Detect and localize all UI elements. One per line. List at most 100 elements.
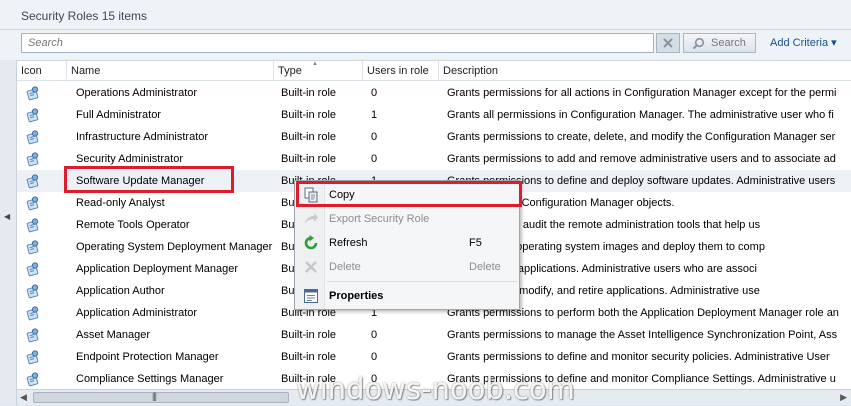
row-icon-cell: [25, 126, 45, 148]
role-description: Grants permissions to create, delete, an…: [447, 131, 836, 143]
role-name: Application Administrator: [76, 307, 198, 319]
search-box[interactable]: [21, 33, 654, 53]
page-title: Security Roles 15 items: [21, 9, 148, 23]
role-name: Application Author: [76, 285, 165, 297]
scrollbar-thumb[interactable]: |||: [33, 391, 289, 403]
security-role-icon: [26, 306, 39, 321]
menu-item-properties-label: Properties: [329, 290, 384, 302]
role-type: Built-in role: [281, 109, 337, 121]
chevron-left-icon: ◀: [4, 212, 11, 221]
clear-search-button[interactable]: [656, 33, 680, 53]
security-role-icon: [26, 196, 39, 211]
search-toolbar: Search Add Criteria ▾: [0, 30, 851, 60]
context-menu: Copy Export Security Role Refresh F5 Del…: [294, 180, 520, 310]
menu-separator: [327, 281, 517, 282]
header-bar: Security Roles 15 items: [0, 0, 851, 30]
role-name: Full Administrator: [76, 109, 161, 121]
column-header-users[interactable]: Users in role: [363, 61, 439, 81]
users-in-role: 0: [371, 329, 378, 341]
add-criteria-link[interactable]: Add Criteria ▾: [770, 36, 837, 49]
menu-item-copy-label: Copy: [329, 189, 355, 201]
row-icon-cell: [25, 302, 45, 324]
security-role-icon: [26, 262, 39, 277]
menu-item-copy[interactable]: Copy: [295, 184, 519, 206]
menu-item-export-label: Export Security Role: [329, 213, 430, 225]
role-type: Built-in role: [281, 153, 337, 165]
menu-item-delete-label: Delete: [329, 261, 361, 273]
properties-icon: [304, 289, 318, 303]
role-name: Software Update Manager: [76, 175, 205, 187]
table-row[interactable]: Asset Manager Built-in role 0 Grants permis…: [17, 324, 851, 346]
menu-item-properties[interactable]: Properties: [295, 285, 519, 307]
row-icon-cell: [25, 170, 45, 192]
row-icon-cell: [25, 104, 45, 126]
column-headers: Icon Name Type ▲ Users in role Descripti…: [17, 61, 851, 81]
menu-item-delete[interactable]: Delete Delete: [295, 256, 519, 278]
grip-icon: |||: [152, 391, 157, 401]
column-header-name[interactable]: Name: [67, 61, 274, 81]
users-in-role: 0: [371, 351, 378, 363]
role-name: Operations Administrator: [76, 87, 198, 99]
column-header-description[interactable]: Description: [439, 61, 851, 81]
role-type: Built-in role: [281, 329, 337, 341]
refresh-icon: [304, 235, 318, 250]
menu-item-export-security-role[interactable]: Export Security Role: [295, 208, 519, 230]
search-input[interactable]: [22, 34, 653, 52]
role-name: Endpoint Protection Manager: [76, 351, 219, 363]
menu-item-refresh-label: Refresh: [329, 237, 368, 249]
security-role-icon: [26, 328, 39, 343]
role-name: Application Deployment Manager: [76, 263, 239, 275]
role-type: Built-in role: [281, 87, 337, 99]
sort-ascending-icon: ▲: [312, 61, 318, 67]
table-row[interactable]: Security Administrator Built-in role 0 Gran…: [17, 148, 851, 170]
row-icon-cell: [25, 346, 45, 368]
close-icon: [663, 38, 673, 48]
security-role-icon: [26, 350, 39, 365]
role-description: Grants permissions for all actions in Co…: [447, 87, 837, 99]
role-name: Asset Manager: [76, 329, 150, 341]
role-name: Remote Tools Operator: [76, 219, 190, 231]
watermark-text: windows-noob.com: [296, 372, 576, 406]
table-row[interactable]: Operations Administrator Built-in role 0 Gr…: [17, 82, 851, 104]
role-name: Read-only Analyst: [76, 197, 165, 209]
table-row[interactable]: Full Administrator Built-in role 1 Grants a…: [17, 104, 851, 126]
search-button-label: Search: [711, 37, 746, 49]
security-role-icon: [26, 174, 39, 189]
users-in-role: 1: [371, 109, 378, 121]
row-icon-cell: [25, 82, 45, 104]
row-icon-cell: [25, 368, 45, 389]
left-scrollbar[interactable]: ◀: [0, 60, 17, 405]
menu-item-delete-shortcut: Delete: [469, 261, 501, 273]
security-role-icon: [26, 86, 39, 101]
role-description: Grants permissions to add and remove adm…: [447, 153, 836, 165]
security-role-icon: [26, 372, 39, 387]
security-role-icon: [26, 108, 39, 123]
column-header-type[interactable]: Type: [274, 61, 363, 81]
security-role-icon: [26, 240, 39, 255]
security-role-icon: [26, 130, 39, 145]
row-icon-cell: [25, 258, 45, 280]
column-header-icon[interactable]: Icon: [17, 61, 67, 81]
export-arrow-icon: [305, 213, 318, 224]
copy-icon: [304, 187, 318, 203]
security-role-icon: [26, 284, 39, 299]
scroll-left-icon[interactable]: ◀: [20, 392, 27, 403]
users-in-role: 0: [371, 131, 378, 143]
role-description: Grants permissions to manage the Asset I…: [447, 329, 838, 341]
role-description: Grants all permissions in Configuration …: [447, 109, 834, 121]
row-icon-cell: [25, 280, 45, 302]
table-row[interactable]: Endpoint Protection Manager Built-in role…: [17, 346, 851, 368]
security-role-icon: [26, 152, 39, 167]
table-row[interactable]: Infrastructure Administrator Built-in rol…: [17, 126, 851, 148]
row-icon-cell: [25, 214, 45, 236]
row-icon-cell: [25, 324, 45, 346]
delete-icon: [305, 261, 317, 273]
search-icon: [692, 37, 705, 50]
search-button[interactable]: Search: [683, 33, 756, 53]
scroll-right-icon[interactable]: ▶: [840, 392, 847, 403]
row-icon-cell: [25, 192, 45, 214]
menu-item-refresh[interactable]: Refresh F5: [295, 232, 519, 254]
users-in-role: 0: [371, 87, 378, 99]
role-name: Infrastructure Administrator: [76, 131, 209, 143]
role-name: Operating System Deployment Manager: [76, 241, 273, 253]
